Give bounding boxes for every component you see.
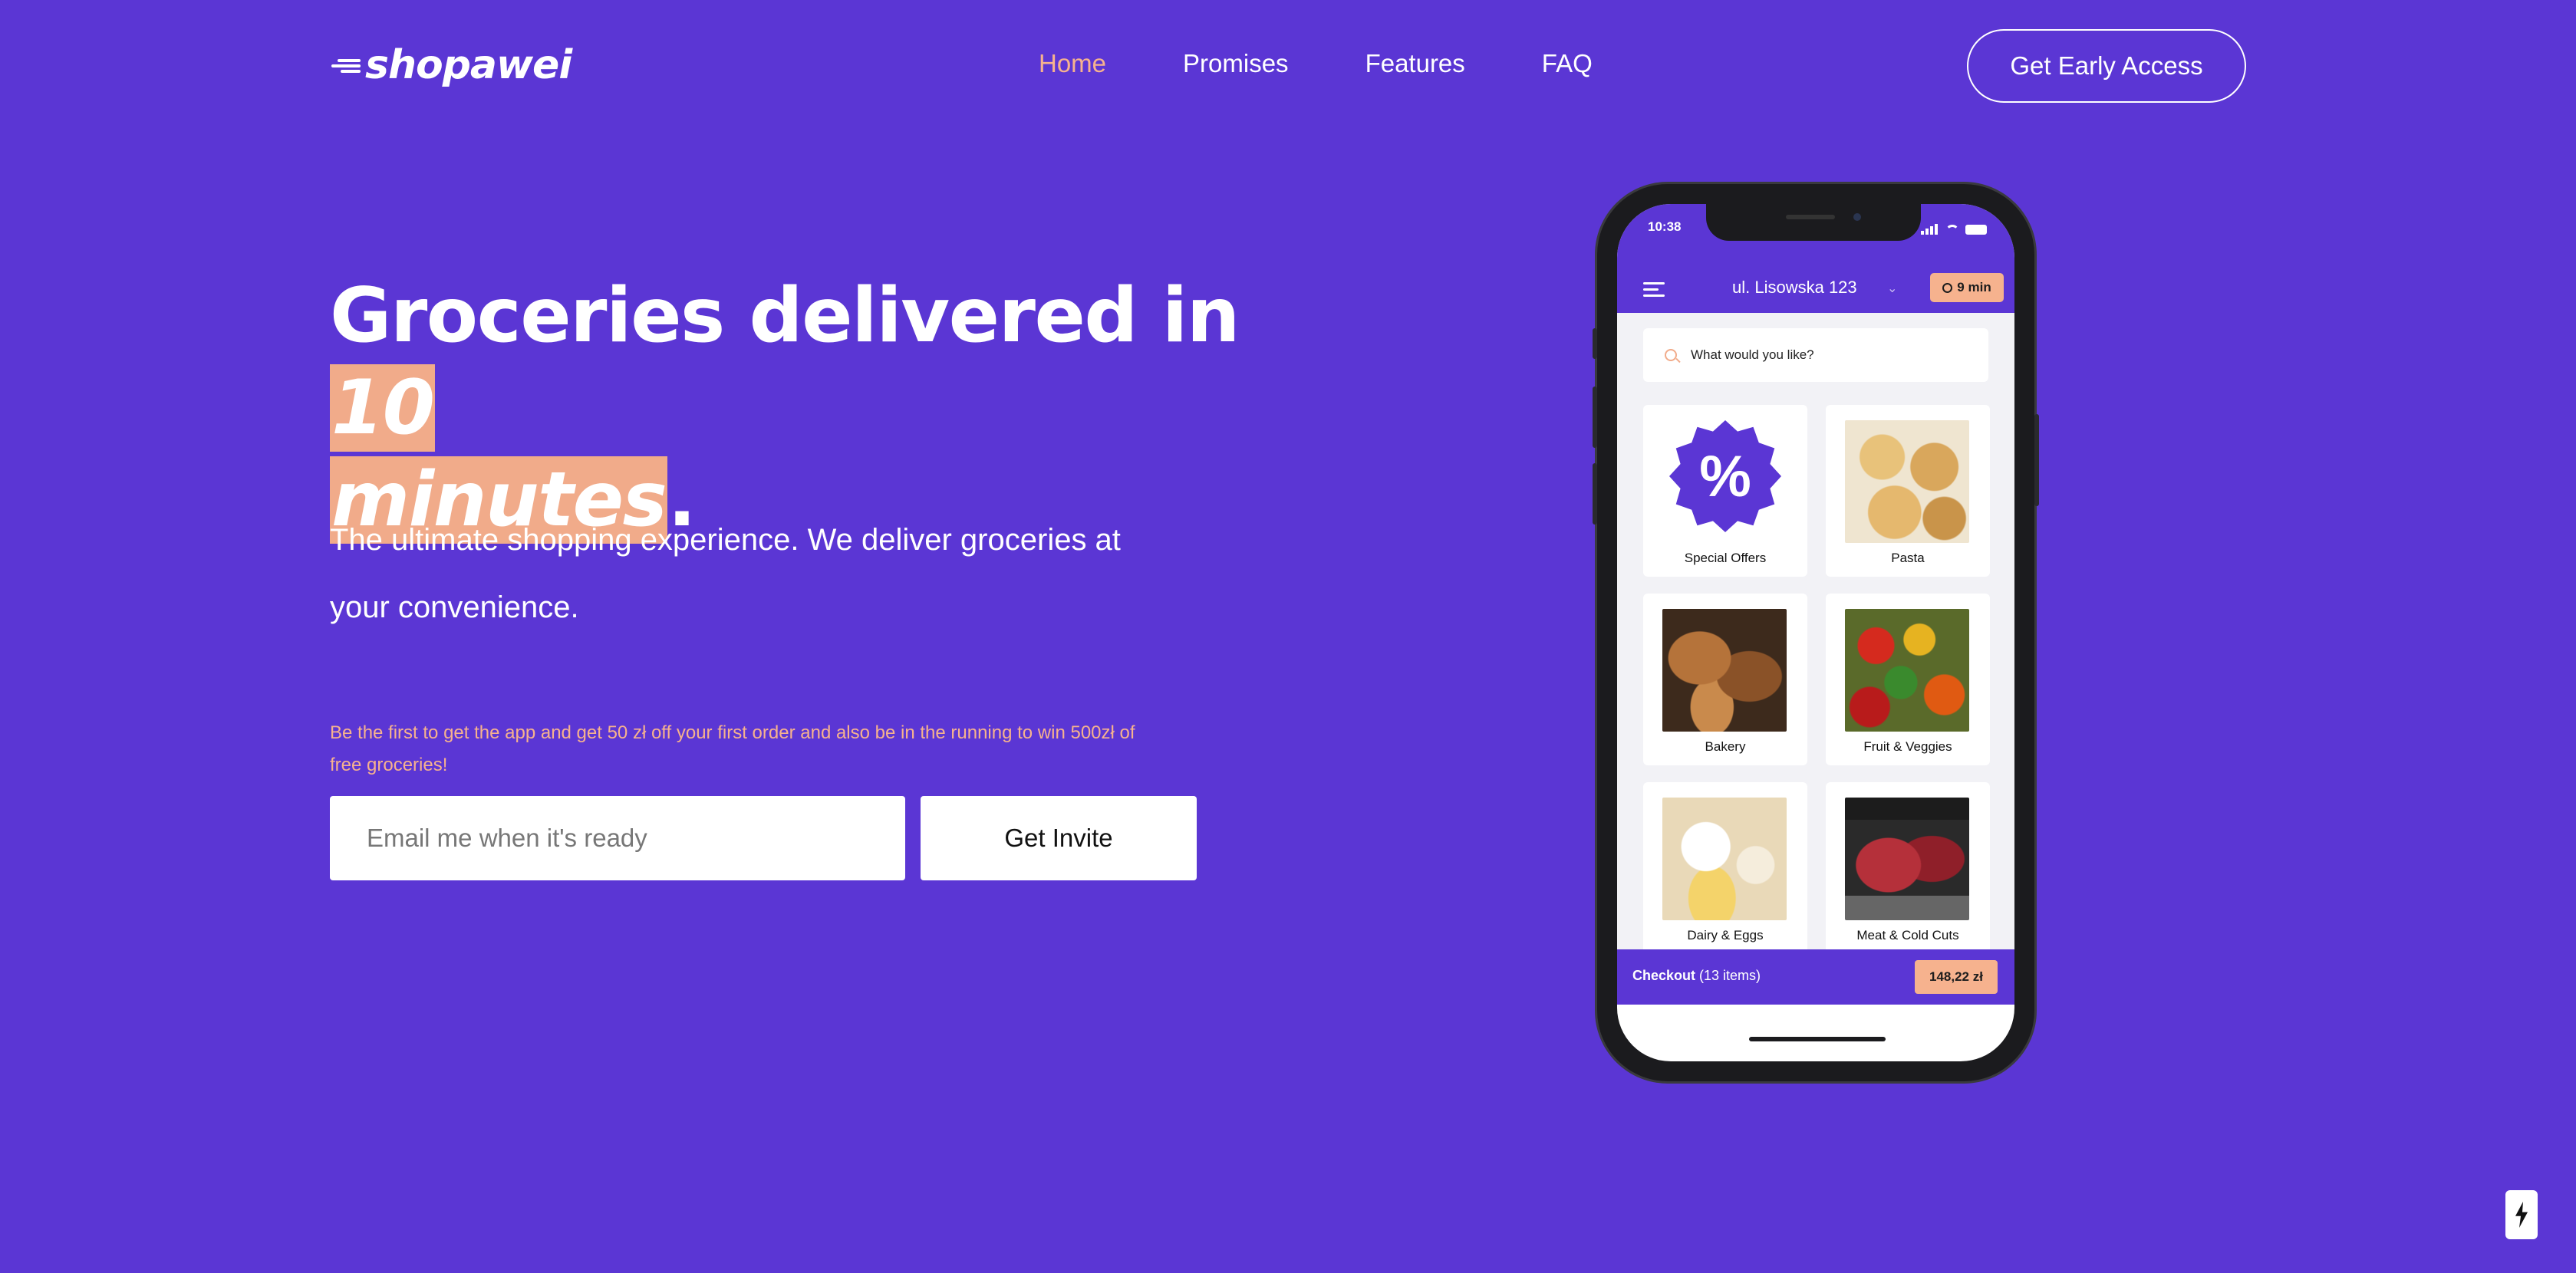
checkout-label: Checkout bbox=[1632, 968, 1696, 983]
phone-silent-switch bbox=[1593, 328, 1597, 359]
percent-badge-icon: % bbox=[1669, 420, 1781, 532]
logo[interactable]: shopawei bbox=[328, 42, 572, 88]
category-label: Fruit & Veggies bbox=[1863, 739, 1952, 754]
home-indicator bbox=[1749, 1037, 1886, 1041]
phone-volume-down bbox=[1593, 463, 1597, 525]
status-time: 10:38 bbox=[1648, 219, 1682, 234]
meat-image bbox=[1845, 798, 1969, 920]
nav-link-promises[interactable]: Promises bbox=[1183, 49, 1289, 78]
get-early-access-button[interactable]: Get Early Access bbox=[1967, 29, 2246, 103]
delivery-address[interactable]: ul. Lisowska 123 bbox=[1732, 278, 1857, 298]
hero-subtitle: The ultimate shopping experience. We del… bbox=[330, 523, 1121, 624]
category-card-special-offers[interactable]: % Special Offers bbox=[1643, 405, 1807, 577]
phone-mockup: 10:38 ul. Lisowska 123 ⌄ 9 min What woul… bbox=[1593, 184, 2039, 1081]
category-card-pasta[interactable]: Pasta bbox=[1826, 405, 1990, 577]
phone-notch bbox=[1706, 204, 1921, 241]
nav-link-faq[interactable]: FAQ bbox=[1542, 49, 1593, 78]
wifi-icon bbox=[1945, 225, 1959, 235]
notch-speaker bbox=[1786, 215, 1835, 219]
hero-title-highlight-number: 10 bbox=[330, 364, 436, 452]
logo-text: shopawei bbox=[365, 42, 572, 88]
category-card-dairy-eggs[interactable]: Dairy & Eggs bbox=[1643, 782, 1807, 954]
battery-icon bbox=[1965, 225, 1987, 235]
category-label: Bakery bbox=[1705, 739, 1746, 754]
phone-volume-up bbox=[1593, 387, 1597, 448]
get-invite-button[interactable]: Get Invite bbox=[921, 796, 1197, 880]
hero-title: Groceries delivered in 10 minutes. bbox=[330, 270, 1327, 546]
category-label: Meat & Cold Cuts bbox=[1856, 928, 1959, 942]
signal-icon bbox=[1921, 221, 1939, 235]
fruit-veggies-image bbox=[1845, 609, 1969, 732]
promo-text: Be the first to get the app and get 50 z… bbox=[330, 722, 1135, 775]
hamburger-menu-icon[interactable] bbox=[1643, 282, 1665, 298]
category-card-meat-cold-cuts[interactable]: Meat & Cold Cuts bbox=[1826, 782, 1990, 954]
category-label: Special Offers bbox=[1684, 551, 1767, 565]
phone-screen: 10:38 ul. Lisowska 123 ⌄ 9 min What woul… bbox=[1617, 204, 2014, 1061]
bakery-image bbox=[1662, 609, 1787, 732]
timer-icon bbox=[1942, 282, 1953, 293]
eta-text: 9 min bbox=[1957, 280, 1991, 294]
checkout-text: Checkout (13 items) bbox=[1632, 968, 1761, 984]
app-body: What would you like? % Special Offers Pa… bbox=[1617, 313, 2014, 954]
nav-link-features[interactable]: Features bbox=[1365, 49, 1465, 78]
checkout-bar[interactable]: Checkout (13 items) 148,22 zł bbox=[1617, 949, 2014, 1005]
bolt-badge[interactable] bbox=[2505, 1190, 2538, 1239]
category-label: Dairy & Eggs bbox=[1687, 928, 1764, 942]
category-card-fruit-veggies[interactable]: Fruit & Veggies bbox=[1826, 594, 1990, 765]
nav-links: Home Promises Features FAQ bbox=[1039, 49, 1669, 78]
phone-power-button bbox=[2034, 414, 2039, 506]
nav-link-home[interactable]: Home bbox=[1039, 49, 1106, 78]
email-input[interactable] bbox=[330, 796, 905, 880]
category-label: Pasta bbox=[1891, 551, 1925, 565]
app-search-bar[interactable]: What would you like? bbox=[1643, 328, 1988, 382]
search-icon bbox=[1665, 349, 1677, 361]
pasta-image bbox=[1845, 420, 1969, 543]
dairy-eggs-image bbox=[1662, 798, 1787, 920]
lightning-bolt-icon bbox=[2515, 1202, 2528, 1228]
checkout-item-count: (13 items) bbox=[1699, 968, 1761, 983]
chevron-down-icon[interactable]: ⌄ bbox=[1887, 281, 1897, 296]
eta-badge: 9 min bbox=[1930, 273, 2004, 302]
top-nav: shopawei Home Promises Features FAQ Get … bbox=[0, 0, 2576, 134]
speed-lines-icon bbox=[328, 50, 361, 81]
status-icons bbox=[1921, 221, 1987, 235]
category-card-bakery[interactable]: Bakery bbox=[1643, 594, 1807, 765]
search-placeholder: What would you like? bbox=[1691, 347, 1814, 362]
hero-title-text: Groceries delivered in bbox=[330, 272, 1240, 360]
checkout-price: 148,22 zł bbox=[1915, 960, 1998, 994]
notch-camera bbox=[1853, 213, 1861, 221]
